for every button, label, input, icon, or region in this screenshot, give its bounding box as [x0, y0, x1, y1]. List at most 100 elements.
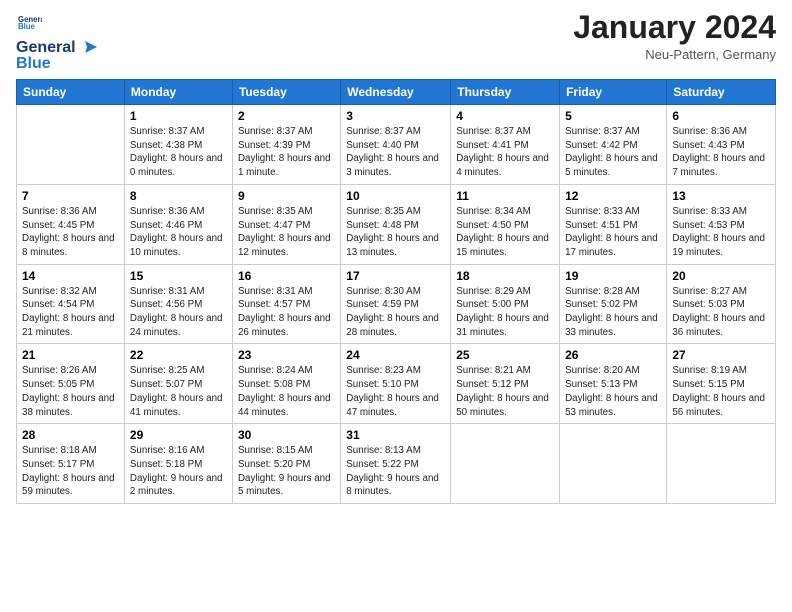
day-cell: [451, 424, 560, 504]
day-number: 3: [346, 109, 445, 123]
week-row-2: 7 Sunrise: 8:36 AMSunset: 4:45 PMDaylight…: [17, 184, 776, 264]
header-friday: Friday: [560, 80, 667, 105]
week-row-3: 14Sunrise: 8:32 AMSunset: 4:54 PMDayligh…: [17, 264, 776, 344]
day-number: 1: [130, 109, 227, 123]
week-row-5: 28 Sunrise: 8:18 AMSunset: 5:17 PMDayligh…: [17, 424, 776, 504]
day-cell: 16 Sunrise: 8:31 AMSunset: 4:57 PMDayligh…: [232, 264, 340, 344]
day-info: Sunrise: 8:32 AMSunset: 4:54 PMDaylight:…: [22, 285, 119, 340]
day-info: Sunrise: 8:26 AMSunset: 5:05 PMDaylight:…: [22, 364, 119, 419]
week-row-1: 1 Sunrise: 8:37 AMSunset: 4:38 PMDaylight…: [17, 105, 776, 185]
day-info: Sunrise: 8:15 AMSunset: 5:20 PMDaylight:…: [238, 444, 335, 499]
day-cell: 28 Sunrise: 8:18 AMSunset: 5:17 PMDayligh…: [17, 424, 125, 504]
day-info: Sunrise: 8:37 AMSunset: 4:39 PMDaylight:…: [238, 125, 335, 180]
month-title: January 2024: [573, 10, 776, 45]
day-cell: 4 Sunrise: 8:37 AMSunset: 4:41 PMDaylight…: [451, 105, 560, 185]
day-info: Sunrise: 8:37 AMSunset: 4:41 PMDaylight:…: [456, 125, 554, 180]
day-cell: 23Sunrise: 8:24 AMSunset: 5:08 PMDayligh…: [232, 344, 340, 424]
day-info: Sunrise: 8:36 AMSunset: 4:45 PMDaylight:…: [22, 205, 119, 260]
header: General Blue General Blue January 2024 N…: [16, 10, 776, 73]
day-cell: 31 Sunrise: 8:13 AMSunset: 5:22 PMDayligh…: [341, 424, 451, 504]
logo: General Blue General Blue: [16, 10, 98, 73]
day-cell: 6Sunrise: 8:36 AMSunset: 4:43 PMDaylight…: [667, 105, 776, 185]
day-number: 17: [346, 269, 445, 283]
day-number: 29: [130, 428, 227, 442]
day-number: 12: [565, 189, 661, 203]
logo-bird-icon: [77, 39, 97, 57]
day-cell: 17Sunrise: 8:30 AMSunset: 4:59 PMDayligh…: [341, 264, 451, 344]
day-cell: 20 Sunrise: 8:27 AMSunset: 5:03 PMDayligh…: [667, 264, 776, 344]
day-number: 19: [565, 269, 661, 283]
day-cell: [560, 424, 667, 504]
day-info: Sunrise: 8:24 AMSunset: 5:08 PMDaylight:…: [238, 364, 335, 419]
header-tuesday: Tuesday: [232, 80, 340, 105]
day-info: Sunrise: 8:21 AMSunset: 5:12 PMDaylight:…: [456, 364, 554, 419]
day-number: 8: [130, 189, 227, 203]
day-cell: 8Sunrise: 8:36 AMSunset: 4:46 PMDaylight…: [124, 184, 232, 264]
day-info: Sunrise: 8:23 AMSunset: 5:10 PMDaylight:…: [346, 364, 445, 419]
page: General Blue General Blue January 2024 N…: [0, 0, 792, 612]
day-number: 28: [22, 428, 119, 442]
day-info: Sunrise: 8:33 AMSunset: 4:53 PMDaylight:…: [672, 205, 770, 260]
title-block: January 2024 Neu-Pattern, Germany: [573, 10, 776, 62]
day-cell: 5Sunrise: 8:37 AMSunset: 4:42 PMDaylight…: [560, 105, 667, 185]
day-info: Sunrise: 8:13 AMSunset: 5:22 PMDaylight:…: [346, 444, 445, 499]
day-cell: 10Sunrise: 8:35 AMSunset: 4:48 PMDayligh…: [341, 184, 451, 264]
day-number: 15: [130, 269, 227, 283]
day-info: Sunrise: 8:37 AMSunset: 4:40 PMDaylight:…: [346, 125, 445, 180]
day-number: 7: [22, 189, 119, 203]
day-info: Sunrise: 8:34 AMSunset: 4:50 PMDaylight:…: [456, 205, 554, 260]
day-number: 21: [22, 348, 119, 362]
header-monday: Monday: [124, 80, 232, 105]
day-info: Sunrise: 8:18 AMSunset: 5:17 PMDaylight:…: [22, 444, 119, 499]
day-number: 9: [238, 189, 335, 203]
day-info: Sunrise: 8:16 AMSunset: 5:18 PMDaylight:…: [130, 444, 227, 499]
day-number: 22: [130, 348, 227, 362]
day-number: 18: [456, 269, 554, 283]
header-thursday: Thursday: [451, 80, 560, 105]
day-info: Sunrise: 8:27 AMSunset: 5:03 PMDaylight:…: [672, 285, 770, 340]
day-number: 20: [672, 269, 770, 283]
day-cell: [17, 105, 125, 185]
day-cell: 26Sunrise: 8:20 AMSunset: 5:13 PMDayligh…: [560, 344, 667, 424]
calendar-header-row: SundayMondayTuesdayWednesdayThursdayFrid…: [17, 80, 776, 105]
day-cell: 18Sunrise: 8:29 AMSunset: 5:00 PMDayligh…: [451, 264, 560, 344]
header-saturday: Saturday: [667, 80, 776, 105]
day-number: 26: [565, 348, 661, 362]
day-number: 31: [346, 428, 445, 442]
day-cell: 27 Sunrise: 8:19 AMSunset: 5:15 PMDayligh…: [667, 344, 776, 424]
day-cell: 13 Sunrise: 8:33 AMSunset: 4:53 PMDayligh…: [667, 184, 776, 264]
day-number: 30: [238, 428, 335, 442]
day-cell: 24 Sunrise: 8:23 AMSunset: 5:10 PMDayligh…: [341, 344, 451, 424]
day-cell: 2 Sunrise: 8:37 AMSunset: 4:39 PMDaylight…: [232, 105, 340, 185]
day-info: Sunrise: 8:37 AMSunset: 4:38 PMDaylight:…: [130, 125, 227, 180]
subtitle: Neu-Pattern, Germany: [573, 47, 776, 62]
day-number: 16: [238, 269, 335, 283]
logo-icon: General Blue: [18, 10, 42, 34]
header-wednesday: Wednesday: [341, 80, 451, 105]
day-number: 6: [672, 109, 770, 123]
svg-text:Blue: Blue: [18, 22, 36, 31]
day-cell: [667, 424, 776, 504]
day-cell: 14Sunrise: 8:32 AMSunset: 4:54 PMDayligh…: [17, 264, 125, 344]
logo-blue: Blue: [16, 55, 98, 73]
day-number: 4: [456, 109, 554, 123]
day-info: Sunrise: 8:19 AMSunset: 5:15 PMDaylight:…: [672, 364, 770, 419]
day-cell: 22Sunrise: 8:25 AMSunset: 5:07 PMDayligh…: [124, 344, 232, 424]
day-number: 13: [672, 189, 770, 203]
day-info: Sunrise: 8:31 AMSunset: 4:57 PMDaylight:…: [238, 285, 335, 340]
day-info: Sunrise: 8:33 AMSunset: 4:51 PMDaylight:…: [565, 205, 661, 260]
day-cell: 1 Sunrise: 8:37 AMSunset: 4:38 PMDaylight…: [124, 105, 232, 185]
day-number: 2: [238, 109, 335, 123]
day-cell: 11Sunrise: 8:34 AMSunset: 4:50 PMDayligh…: [451, 184, 560, 264]
day-info: Sunrise: 8:35 AMSunset: 4:47 PMDaylight:…: [238, 205, 335, 260]
day-cell: 21 Sunrise: 8:26 AMSunset: 5:05 PMDayligh…: [17, 344, 125, 424]
day-number: 25: [456, 348, 554, 362]
day-cell: 29 Sunrise: 8:16 AMSunset: 5:18 PMDayligh…: [124, 424, 232, 504]
day-number: 24: [346, 348, 445, 362]
day-info: Sunrise: 8:37 AMSunset: 4:42 PMDaylight:…: [565, 125, 661, 180]
day-cell: 7 Sunrise: 8:36 AMSunset: 4:45 PMDaylight…: [17, 184, 125, 264]
day-number: 10: [346, 189, 445, 203]
day-cell: 15Sunrise: 8:31 AMSunset: 4:56 PMDayligh…: [124, 264, 232, 344]
day-cell: 12 Sunrise: 8:33 AMSunset: 4:51 PMDayligh…: [560, 184, 667, 264]
day-number: 27: [672, 348, 770, 362]
